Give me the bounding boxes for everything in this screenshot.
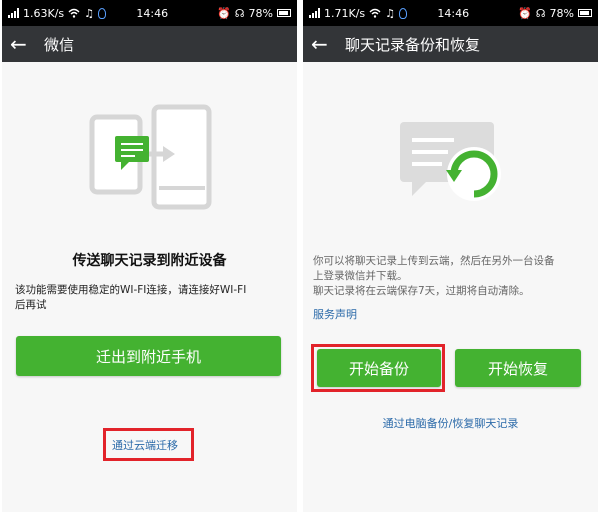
music-icon: ♫ xyxy=(385,6,396,20)
transfer-heading: 传送聊天记录到附近设备 xyxy=(72,253,227,269)
network-speed: 1.71K/s xyxy=(324,6,366,20)
back-arrow-icon[interactable]: ← xyxy=(10,34,38,54)
backup-description-line3: 聊天记录将在云端保存7天，过期将自动清除。 xyxy=(313,285,530,297)
phone-transfer-illustration xyxy=(89,104,212,210)
backup-description-line1: 你可以将聊天记录上传到云端，然后在另外一台设备 xyxy=(313,255,555,267)
qq-icon xyxy=(98,7,107,19)
signal-icon xyxy=(8,8,19,18)
battery-icon xyxy=(578,9,592,17)
qq-icon xyxy=(399,7,408,19)
page-title: 微信 xyxy=(44,35,75,54)
headset-icon: ☊ xyxy=(234,6,245,20)
wifi-icon xyxy=(369,8,381,18)
left-phone-screen: 1.63K/s ♫ 14:46 ⏰ ☊ 78% ← 微信 传送聊天记录到附近设备… xyxy=(2,0,297,512)
network-speed: 1.63K/s xyxy=(23,6,65,20)
transfer-description-line2: 后再试 xyxy=(15,299,47,311)
transfer-description-line1: 该功能需要使用稳定的WI-FI连接，请连接好WI-FI xyxy=(15,284,247,296)
title-bar: ← 聊天记录备份和恢复 xyxy=(303,26,598,62)
cloud-migrate-link[interactable]: 通过云端迁移 xyxy=(112,437,178,453)
cloud-sync-illustration xyxy=(400,122,501,201)
page-title: 聊天记录备份和恢复 xyxy=(345,35,481,54)
alarm-icon: ⏰ xyxy=(217,6,231,20)
right-phone-screen: 1.71K/s ♫ 14:46 ⏰ ☊ 78% ← 聊天记录备份和恢复 你可以将… xyxy=(303,0,598,512)
music-icon: ♫ xyxy=(84,6,95,20)
headset-icon: ☊ xyxy=(535,6,546,20)
status-bar: 1.63K/s ♫ 14:46 ⏰ ☊ 78% xyxy=(2,0,297,26)
battery-percent: 78% xyxy=(549,6,574,20)
start-restore-button[interactable]: 开始恢复 xyxy=(455,349,581,387)
alarm-icon: ⏰ xyxy=(518,6,532,20)
migrate-to-nearby-phone-button[interactable]: 迁出到附近手机 xyxy=(16,336,281,376)
title-bar: ← 微信 xyxy=(2,26,297,62)
wifi-icon xyxy=(68,8,80,18)
back-arrow-icon[interactable]: ← xyxy=(311,34,339,54)
backup-description-line2: 上登录微信并下载。 xyxy=(313,270,408,282)
signal-icon xyxy=(309,8,320,18)
status-time: 14:46 xyxy=(136,6,169,20)
battery-percent: 78% xyxy=(248,6,273,20)
status-time: 14:46 xyxy=(437,6,470,20)
pc-backup-restore-link[interactable]: 通过电脑备份/恢复聊天记录 xyxy=(303,415,598,431)
start-backup-highlight xyxy=(311,344,445,392)
status-bar: 1.71K/s ♫ 14:46 ⏰ ☊ 78% xyxy=(303,0,598,26)
battery-icon xyxy=(277,9,291,17)
service-statement-link[interactable]: 服务声明 xyxy=(313,306,357,322)
